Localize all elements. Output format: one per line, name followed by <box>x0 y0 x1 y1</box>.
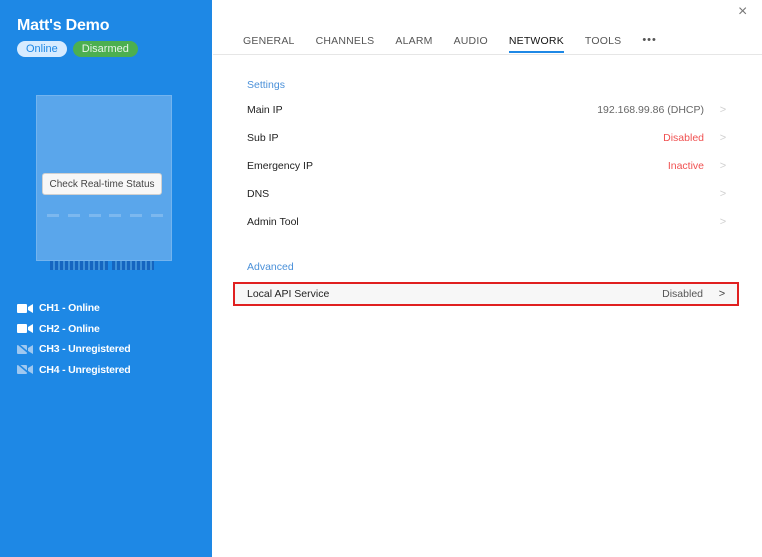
row-label: Sub IP <box>247 132 279 144</box>
channel-label: CH2 - Online <box>39 322 100 335</box>
disarmed-badge: Disarmed <box>72 41 138 57</box>
row-label: Emergency IP <box>247 160 313 172</box>
chevron-right-icon: > <box>719 132 727 144</box>
chevron-right-icon: > <box>718 288 726 300</box>
channel-label: CH3 - Unregistered <box>39 343 131 356</box>
settings-section-title: Settings <box>247 79 285 91</box>
sub-ip-row[interactable]: Sub IP Disabled > <box>236 124 738 152</box>
more-tabs-icon[interactable]: ••• <box>642 35 657 54</box>
admin-tool-row[interactable]: Admin Tool > <box>236 208 738 236</box>
chevron-right-icon: > <box>719 216 727 228</box>
advanced-section-title: Advanced <box>247 261 294 273</box>
device-terminals <box>50 261 154 270</box>
status-badges: Online Disarmed <box>17 41 138 57</box>
row-label: Local API Service <box>247 288 330 300</box>
main-ip-row[interactable]: Main IP 192.168.99.86 (DHCP) > <box>236 96 738 124</box>
camera-off-icon <box>17 364 33 376</box>
row-label: Admin Tool <box>247 216 299 228</box>
tab-tools[interactable]: TOOLS <box>585 35 621 54</box>
channel-item-ch3[interactable]: CH3 - Unregistered <box>17 339 131 360</box>
tab-network[interactable]: NETWORK <box>508 35 564 54</box>
channel-item-ch4[interactable]: CH4 - Unregistered <box>17 360 131 381</box>
camera-icon <box>17 303 33 314</box>
tab-general[interactable]: GENERAL <box>243 35 295 54</box>
local-api-service-row[interactable]: Local API Service Disabled > <box>233 282 739 306</box>
row-label: Main IP <box>247 104 283 116</box>
channel-list: CH1 - Online CH2 - Online CH3 - Unregist… <box>17 298 131 380</box>
device-ports <box>47 214 163 222</box>
channel-label: CH4 - Unregistered <box>39 363 131 376</box>
camera-icon <box>17 323 33 334</box>
camera-off-icon <box>17 343 33 355</box>
row-value: Disabled <box>662 288 703 300</box>
tabs-divider <box>213 54 762 55</box>
dns-row[interactable]: DNS > <box>236 180 738 208</box>
chevron-right-icon: > <box>719 188 727 200</box>
channel-label: CH1 - Online <box>39 302 100 315</box>
row-value: Disabled <box>663 132 704 144</box>
device-name: Matt's Demo <box>17 17 110 34</box>
tab-audio[interactable]: AUDIO <box>454 35 488 54</box>
emergency-ip-row[interactable]: Emergency IP Inactive > <box>236 152 738 180</box>
row-value: Inactive <box>667 160 704 172</box>
settings-tabs: GENERAL CHANNELS ALARM AUDIO NETWORK TOO… <box>243 35 678 54</box>
channel-item-ch1[interactable]: CH1 - Online <box>17 298 131 319</box>
tab-alarm[interactable]: ALARM <box>395 35 432 54</box>
device-sidebar: Matt's Demo Online Disarmed Check Real-t… <box>0 0 212 557</box>
tab-channels[interactable]: CHANNELS <box>316 35 375 54</box>
chevron-right-icon: > <box>719 104 727 116</box>
channel-item-ch2[interactable]: CH2 - Online <box>17 319 131 340</box>
check-realtime-status-button[interactable]: Check Real-time Status <box>42 173 162 195</box>
chevron-right-icon: > <box>719 160 727 172</box>
online-badge: Online <box>17 41 67 57</box>
row-value: 192.168.99.86 (DHCP) <box>597 104 704 116</box>
close-icon[interactable]: × <box>738 4 752 20</box>
row-label: DNS <box>247 188 270 200</box>
